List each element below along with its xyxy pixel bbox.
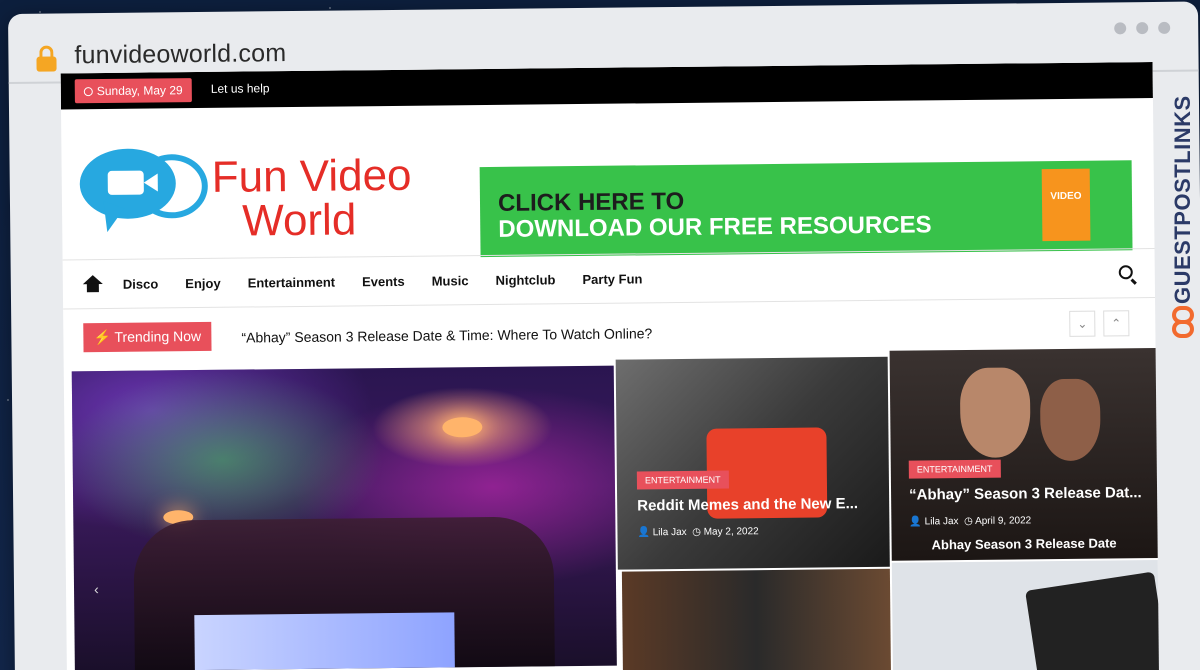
- chevron-left-icon[interactable]: ‹: [94, 581, 99, 597]
- window-dot-icon: [1158, 21, 1171, 34]
- nav-item-disco[interactable]: Disco: [123, 276, 159, 291]
- post-card[interactable]: ENTERTAINMENT Reddit Memes and the New E…: [615, 356, 890, 570]
- url-text[interactable]: funvideoworld.com: [74, 39, 286, 70]
- link-icon: [1172, 306, 1194, 340]
- clock-icon: ◷: [692, 526, 701, 538]
- banner-book: VIDEO: [1041, 168, 1091, 242]
- post-meta: 👤 Lila Jax ◷ May 2, 2022: [637, 526, 758, 538]
- user-icon: 👤: [637, 527, 650, 539]
- post-author[interactable]: Lila Jax: [925, 516, 959, 527]
- post-date: April 9, 2022: [974, 515, 1032, 527]
- download-banner[interactable]: CLICK HERE TO DOWNLOAD OUR FREE RESOURCE…: [479, 160, 1133, 258]
- category-badge[interactable]: ENTERTAINMENT: [908, 459, 1001, 479]
- site-header: Fun Video World CLICK HERE TO DOWNLOAD O…: [61, 98, 1155, 259]
- watermark-text: GUESTPOSTLINKS: [1170, 95, 1195, 304]
- featured-grid: ‹ ENTERTAINMENT Reddit Memes and the New…: [64, 347, 1160, 670]
- post-date: May 2, 2022: [703, 526, 759, 538]
- clock-icon: ◷: [964, 515, 973, 528]
- site-logo-icon[interactable]: [79, 148, 210, 239]
- site-logo-text[interactable]: Fun Video World: [211, 150, 412, 246]
- trending-label: ⚡ Trending Now: [83, 321, 212, 353]
- nav-item-events[interactable]: Events: [362, 273, 405, 288]
- post-card-image[interactable]: [621, 568, 892, 670]
- nav-item-entertainment[interactable]: Entertainment: [248, 274, 336, 290]
- trending-headline[interactable]: “Abhay” Season 3 Release Date & Time: Wh…: [241, 325, 652, 345]
- post-card-image[interactable]: [891, 559, 1160, 670]
- page-viewport: Sunday, May 29 Let us help Fun Video Wor…: [60, 62, 1160, 670]
- nav-item-nightclub[interactable]: Nightclub: [495, 272, 555, 288]
- search-icon[interactable]: [1118, 265, 1133, 280]
- clock-icon: [83, 87, 93, 97]
- window-controls: [1114, 21, 1171, 35]
- post-card[interactable]: ENTERTAINMENT “Abhay” Season 3 Release D…: [889, 347, 1160, 561]
- date-text: Sunday, May 29: [96, 83, 183, 99]
- logo-line-1: Fun Video: [211, 150, 412, 202]
- chevron-up-icon[interactable]: ⌃: [1103, 310, 1130, 337]
- lock-icon: [36, 45, 57, 72]
- nav-item-music[interactable]: Music: [432, 273, 469, 288]
- home-icon[interactable]: [83, 275, 103, 293]
- guestpostlinks-watermark: GUESTPOSTLINKS: [1168, 64, 1198, 344]
- post-author[interactable]: Lila Jax: [653, 527, 687, 538]
- window-dot-icon: [1114, 22, 1127, 35]
- image-caption: Abhay Season 3 Release Date: [931, 535, 1117, 553]
- chevron-down-icon[interactable]: ⌄: [1069, 310, 1096, 337]
- actor-image: [959, 367, 1031, 459]
- banner-line-2: DOWNLOAD OUR FREE RESOURCES: [498, 211, 932, 243]
- post-meta: 👤 Lila Jax ◷ April 9, 2022: [909, 515, 1031, 527]
- banner-line-1: CLICK HERE TO: [497, 187, 685, 217]
- category-badge[interactable]: ENTERTAINMENT: [636, 470, 729, 490]
- browser-window: funvideoworld.com Sunday, May 29 Let us …: [8, 1, 1200, 670]
- actor-image: [1039, 378, 1101, 462]
- logo-line-2: World: [241, 195, 357, 246]
- nav-item-party-fun[interactable]: Party Fun: [582, 271, 642, 287]
- date-badge: Sunday, May 29: [74, 78, 192, 104]
- user-icon: 👤: [909, 516, 922, 528]
- hero-slide-image[interactable]: ‹: [71, 365, 617, 670]
- help-link[interactable]: Let us help: [211, 81, 270, 96]
- trending-label-text: Trending Now: [114, 327, 202, 345]
- tablet-image: [1025, 571, 1160, 670]
- post-title[interactable]: “Abhay” Season 3 Release Dat...: [909, 484, 1149, 503]
- post-title[interactable]: Reddit Memes and the New E...: [637, 495, 877, 514]
- nav-item-enjoy[interactable]: Enjoy: [185, 275, 221, 290]
- video-camera-icon: [107, 170, 144, 195]
- window-dot-icon: [1136, 22, 1149, 35]
